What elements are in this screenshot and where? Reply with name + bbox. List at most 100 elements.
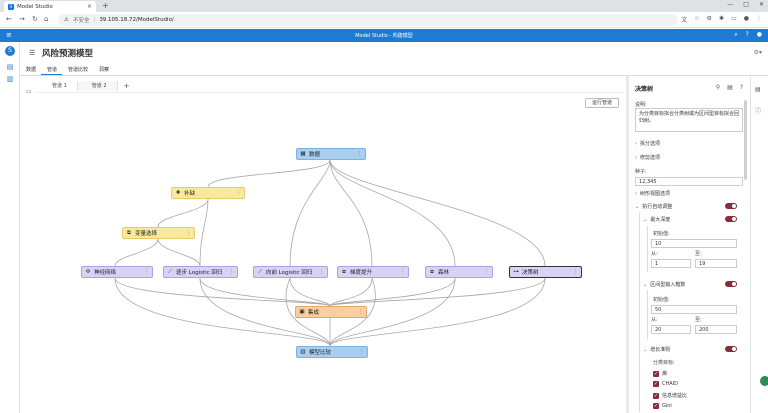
autotune-toggle[interactable] bbox=[725, 203, 737, 209]
help-icon[interactable]: ? bbox=[740, 84, 743, 91]
section-interval-bins[interactable]: ⌄ 区间型输入箱数 bbox=[643, 281, 685, 288]
pin-icon[interactable]: ⚲ bbox=[716, 84, 720, 91]
node-menu-icon[interactable]: ⋮ bbox=[358, 309, 363, 315]
node-forest[interactable]: ⧈ 森林 ⋮ bbox=[425, 266, 493, 278]
criterion-igr-checkbox[interactable]: ✓ 信息增益比 bbox=[653, 392, 687, 399]
translate-icon[interactable]: 文 bbox=[681, 15, 687, 24]
url-text: 39.105.18.72/ModelStudio/ bbox=[99, 17, 174, 23]
window-controls: — □ ✕ bbox=[727, 1, 764, 8]
tab-data[interactable]: 数据 bbox=[20, 64, 41, 75]
max-depth-toggle[interactable] bbox=[725, 216, 737, 222]
maximize-icon[interactable]: □ bbox=[743, 1, 749, 8]
node-label: 补缺 bbox=[184, 191, 196, 197]
user-icon[interactable]: ● bbox=[757, 31, 762, 39]
node-menu-icon[interactable]: ⋮ bbox=[319, 269, 324, 275]
criterion-entropy-checkbox[interactable]: ✓ 熵 bbox=[653, 370, 667, 377]
chat-bubble-icon[interactable] bbox=[760, 376, 768, 386]
pipeline-canvas[interactable] bbox=[36, 92, 624, 413]
search-icon[interactable]: ⌕ bbox=[734, 31, 737, 39]
checkmark-icon: ✓ bbox=[653, 403, 659, 409]
section-max-depth[interactable]: ⌄ 最大深度 bbox=[643, 216, 670, 223]
star-icon[interactable]: ☆ bbox=[694, 15, 699, 24]
checkmark-icon: ✓ bbox=[653, 370, 659, 377]
add-pipeline-button[interactable]: + bbox=[118, 82, 130, 90]
tab-insights[interactable]: 洞察 bbox=[93, 64, 114, 75]
node-data[interactable]: ▦ 数据 ⋮ bbox=[296, 148, 366, 160]
forward-icon[interactable]: → bbox=[19, 15, 25, 23]
browser-tab[interactable]: S Model Studio × bbox=[4, 1, 96, 12]
node-info-tab-icon[interactable]: ⓘ bbox=[755, 106, 761, 115]
close-window-icon[interactable]: ✕ bbox=[759, 1, 764, 8]
node-menu-icon[interactable]: ⋮ bbox=[359, 349, 364, 355]
documents-icon[interactable]: ▤ bbox=[5, 62, 15, 72]
pipelines-icon[interactable]: ▥ bbox=[5, 74, 15, 84]
section-tree-view-options[interactable]: › 树形视图选项 bbox=[635, 190, 670, 197]
node-ensemble[interactable]: ▣ 集成 ⋮ bbox=[295, 306, 367, 318]
tab-pipeline-comparison[interactable]: 管道比较 bbox=[62, 64, 93, 75]
run-pipeline-button[interactable]: 运行管道 bbox=[585, 98, 619, 108]
bins-from-input[interactable]: 20 bbox=[651, 325, 691, 334]
node-forward-logistic[interactable]: ⟋ 向前 Logistic 回归 ⋮ bbox=[253, 266, 328, 278]
extensions-icon[interactable]: ✱ bbox=[719, 15, 724, 24]
new-tab-button[interactable]: + bbox=[102, 1, 109, 10]
node-label: 数据 bbox=[309, 152, 321, 158]
max-depth-from-input[interactable]: 1 bbox=[651, 259, 691, 268]
section-prune-options[interactable]: › 修剪选项 bbox=[635, 154, 660, 161]
node-menu-icon[interactable]: ⋮ bbox=[400, 269, 405, 275]
criterion-chaid-checkbox[interactable]: ✓ CHAID bbox=[653, 381, 678, 387]
node-menu-icon[interactable]: ⋮ bbox=[484, 269, 489, 275]
node-decision-tree[interactable]: ⊶ 决策树 ⋮ bbox=[509, 266, 582, 278]
bins-to-label: 至: bbox=[695, 317, 702, 323]
criterion-gini-checkbox[interactable]: ✓ Gini bbox=[653, 403, 672, 409]
node-gradient-boosting[interactable]: ⧈ 梯度提升 ⋮ bbox=[337, 266, 409, 278]
seed-input[interactable]: 12,345 bbox=[635, 177, 743, 186]
project-settings-icon[interactable]: ⚙▾ bbox=[754, 49, 762, 56]
url-field[interactable]: ⚠ 不安全 | 39.105.18.72/ModelStudio/ bbox=[58, 14, 678, 26]
tab-pipelines[interactable]: 管道 bbox=[41, 64, 63, 75]
node-model-comparison[interactable]: ▥ 模型比较 ⋮ bbox=[296, 346, 368, 358]
tab-pipeline-2[interactable]: 管道 2 bbox=[77, 81, 118, 91]
max-depth-init-input[interactable]: 10 bbox=[651, 239, 737, 248]
browser-toolbar-icons: 文 ☆ ⚙ ✱ ▭ ● ⋮ bbox=[681, 15, 762, 24]
profile-icon[interactable]: ● bbox=[744, 15, 749, 24]
max-depth-to-input[interactable]: 19 bbox=[695, 259, 737, 268]
panel-scrollbar[interactable] bbox=[744, 100, 747, 180]
node-impute[interactable]: ✚ 补缺 ⋮ bbox=[171, 187, 245, 199]
tab-pipeline-1[interactable]: 管道 1 bbox=[38, 81, 78, 91]
node-menu-icon[interactable]: ⋮ bbox=[573, 269, 578, 275]
node-menu-icon[interactable]: ⋮ bbox=[357, 151, 362, 157]
decision-tree-icon: ⊶ bbox=[513, 269, 519, 275]
model-studio-icon[interactable]: S bbox=[5, 46, 15, 56]
properties-tab-icon[interactable]: ▤ bbox=[755, 86, 761, 93]
node-menu-icon[interactable]: ⋮ bbox=[144, 269, 149, 275]
sidebar-icon[interactable]: ▭ bbox=[731, 15, 737, 24]
section-growth-criterion[interactable]: ⌄ 增长准则 bbox=[643, 346, 670, 353]
right-rail: ▤ ⓘ bbox=[750, 76, 768, 413]
close-tab-icon[interactable]: × bbox=[87, 3, 92, 10]
reload-icon[interactable]: ↻ bbox=[32, 15, 38, 23]
home-icon[interactable]: ⌂ bbox=[44, 15, 48, 23]
forest-icon: ⧈ bbox=[430, 268, 434, 275]
interval-bins-toggle[interactable] bbox=[725, 281, 737, 287]
minimize-icon[interactable]: — bbox=[727, 1, 733, 8]
node-menu-icon[interactable]: ⋮ bbox=[236, 190, 241, 196]
help-icon[interactable]: ? bbox=[746, 31, 749, 39]
save-icon[interactable]: ▤ bbox=[727, 84, 733, 91]
browser-menu-icon[interactable]: ⋮ bbox=[756, 15, 762, 24]
section-split-options[interactable]: › 拆分选项 bbox=[635, 140, 660, 147]
bins-init-input[interactable]: 50 bbox=[651, 305, 737, 314]
node-neural-network[interactable]: ✣ 神经网络 ⋮ bbox=[81, 266, 153, 278]
node-stepwise-logistic[interactable]: ⟋ 逐步 Logistic 回归 ⋮ bbox=[163, 266, 238, 278]
node-menu-icon[interactable]: ⋮ bbox=[186, 230, 191, 236]
chevron-right-icon: › bbox=[635, 155, 637, 161]
settings-icon[interactable]: ⚙ bbox=[707, 15, 712, 24]
back-icon[interactable]: ← bbox=[6, 15, 12, 23]
node-menu-icon[interactable]: ⋮ bbox=[229, 269, 234, 275]
node-variable-selection[interactable]: ⧉ 变量选择 ⋮ bbox=[122, 227, 195, 239]
bins-to-input[interactable]: 200 bbox=[695, 325, 737, 334]
security-label: 不安全 bbox=[72, 18, 90, 24]
project-list-icon[interactable]: ☰ bbox=[29, 49, 35, 57]
section-autotune[interactable]: ⌄ 执行自动调整 bbox=[635, 203, 672, 210]
nodes-panel-toggle-icon[interactable]: ▭ bbox=[26, 88, 32, 95]
growth-criterion-toggle[interactable] bbox=[725, 346, 737, 352]
